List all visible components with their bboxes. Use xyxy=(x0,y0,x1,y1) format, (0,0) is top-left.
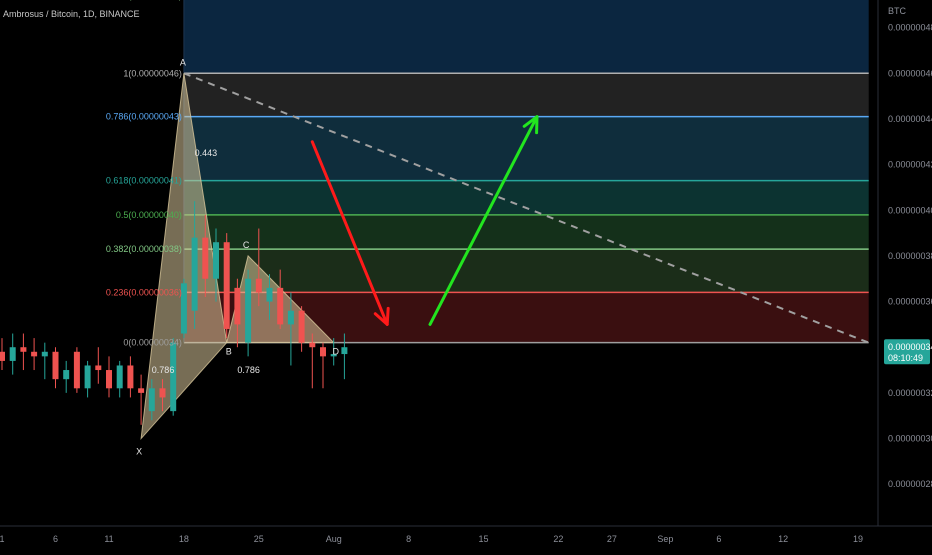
candle-body xyxy=(223,242,230,329)
fib-band xyxy=(183,249,869,293)
candle-body xyxy=(170,342,177,412)
candle-body xyxy=(148,388,155,412)
candle-body xyxy=(0,351,5,361)
time-tick-label: 22 xyxy=(553,534,563,544)
fib-band xyxy=(183,73,869,117)
candle-body xyxy=(159,388,166,398)
candle-body xyxy=(31,351,38,357)
candle-body xyxy=(287,310,294,325)
pattern-point-a: A xyxy=(180,57,186,67)
price-tick-label: 0.00000046 xyxy=(888,68,932,78)
fib-band xyxy=(183,180,869,215)
pattern-ratio-label: 0.786 xyxy=(152,365,175,375)
time-tick-label: 6 xyxy=(716,534,721,544)
pattern-ratio-label: 0.443 xyxy=(195,148,218,158)
pattern-point-b: B xyxy=(226,347,232,357)
fib-level-label: 1(0.00000046) xyxy=(123,68,182,78)
price-tick-label: 0.00000028 xyxy=(888,479,932,489)
price-tick-label: 0.00000042 xyxy=(888,160,932,170)
time-tick-label: Aug xyxy=(326,534,342,544)
current-price-value: 0.00000034 xyxy=(888,342,932,352)
price-tick-label: 0.00000040 xyxy=(888,205,932,215)
candle-body xyxy=(95,365,102,371)
time-tick-label: 25 xyxy=(254,534,264,544)
candle-body xyxy=(245,278,252,343)
time-tick-label: 12 xyxy=(778,534,788,544)
current-price-badge: 0.0000003408:10:49 xyxy=(884,339,932,365)
time-tick-label: 1 xyxy=(0,534,5,544)
bar-countdown: 08:10:49 xyxy=(888,353,923,363)
fib-band xyxy=(183,0,869,74)
time-tick-label: Sep xyxy=(657,534,673,544)
pattern-ratio-label: 0.786 xyxy=(237,365,260,375)
candle[interactable] xyxy=(223,233,230,339)
time-axis[interactable]: 1 6 11 18 25 Aug 8 15 22 27 Sep 6 12 19 xyxy=(0,525,932,550)
time-tick-label: 18 xyxy=(179,534,189,544)
fib-retracement[interactable] xyxy=(183,0,869,344)
candle-body xyxy=(309,342,316,348)
candle-body xyxy=(277,287,284,325)
candle-body xyxy=(213,242,219,279)
symbol-title: Ambrosus / Bitcoin, 1D, BINANCE xyxy=(3,9,140,19)
candle-body xyxy=(41,351,48,357)
candle-body xyxy=(298,310,305,343)
candle-body xyxy=(52,351,59,380)
pattern-point-d: D xyxy=(332,347,339,357)
candle-body xyxy=(320,347,326,357)
candlestick-chart[interactable]: 1.272(0.00000049) 1(0.00000046) 0.786(0.00… xyxy=(0,0,932,550)
candle-body xyxy=(9,347,16,361)
time-tick-label: 15 xyxy=(478,534,488,544)
price-tick-label: 0.00000032 xyxy=(888,388,932,398)
candle-body xyxy=(255,278,262,293)
price-tick-label: 0.00000030 xyxy=(888,434,932,444)
time-tick-label: 11 xyxy=(104,534,113,544)
candle-body xyxy=(73,351,80,389)
candle-body xyxy=(84,365,91,389)
candle-body xyxy=(20,347,27,352)
pattern-point-x: X xyxy=(136,447,142,457)
fib-level-label: 0.618(0.00000041) xyxy=(106,176,182,186)
price-tick-label: 0.00000044 xyxy=(888,114,932,124)
fib-level-label: 0(0.00000034) xyxy=(123,338,182,348)
price-tick-label: 0.00000038 xyxy=(888,251,932,261)
axis-unit-label: BTC xyxy=(888,6,907,16)
time-tick-label: 19 xyxy=(853,534,863,544)
price-tick-label: 0.00000036 xyxy=(888,297,932,307)
candle-body xyxy=(138,388,145,393)
candle-body xyxy=(191,237,198,311)
time-tick-label: 6 xyxy=(53,534,58,544)
candle-body xyxy=(202,237,209,279)
candle-body xyxy=(127,365,134,389)
fib-level-label: 0.236(0.00000036) xyxy=(106,287,182,297)
fib-level-label: 1.272(0.00000049) xyxy=(106,0,182,1)
fib-level-label: 0.786(0.00000043) xyxy=(106,112,182,122)
price-tick-label: 0.00000048 xyxy=(888,23,932,33)
candle[interactable] xyxy=(170,338,177,416)
candle-body xyxy=(63,370,70,380)
chart-area[interactable]: 1.272(0.00000049) 1(0.00000046) 0.786(0.00… xyxy=(0,0,932,550)
time-tick-label: 27 xyxy=(607,534,617,544)
time-tick-label: 8 xyxy=(406,534,411,544)
fib-level-label: 0.5(0.00000040) xyxy=(116,210,182,220)
price-axis[interactable]: BTC 0.00000048 0.00000046 0.00000044 0.0000… xyxy=(877,0,932,526)
pattern-point-c: C xyxy=(243,240,250,250)
candle-body xyxy=(266,287,273,302)
candle-body xyxy=(106,370,112,389)
candle-body xyxy=(116,365,123,389)
candle[interactable] xyxy=(73,347,80,393)
fib-level-label: 0.382(0.00000038) xyxy=(106,244,182,254)
candle-body xyxy=(341,347,348,355)
candle-body xyxy=(234,287,241,325)
fib-band xyxy=(183,214,869,250)
